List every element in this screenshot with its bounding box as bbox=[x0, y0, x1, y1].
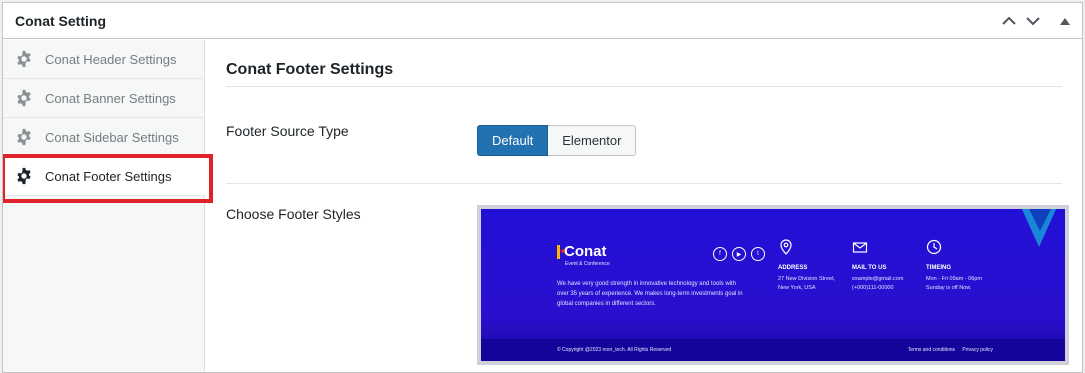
sidebar-item-header-settings[interactable]: Conat Header Settings bbox=[3, 40, 205, 79]
decorative-shape bbox=[1029, 209, 1051, 231]
address-title: ADDRESS bbox=[778, 265, 808, 271]
timing-line: Mon - Fri 09am - 06pm bbox=[926, 276, 982, 282]
chevron-up-icon bbox=[1002, 16, 1016, 25]
default-option-button[interactable]: Default bbox=[477, 125, 549, 156]
chevron-down-icon bbox=[1026, 17, 1040, 26]
elementor-option-button[interactable]: Elementor bbox=[548, 125, 637, 156]
panel-header: Conat Setting bbox=[3, 3, 1082, 39]
facebook-icon: f bbox=[713, 247, 727, 261]
youtube-icon: ▶ bbox=[732, 247, 746, 261]
gear-icon bbox=[17, 128, 31, 146]
preview-mail-column: MAIL TO US example@gmail.com (+000)111-0… bbox=[852, 239, 903, 291]
move-down-button[interactable] bbox=[1023, 11, 1043, 31]
settings-sidebar: Conat Header Settings Conat Banner Setti… bbox=[3, 40, 213, 372]
sidebar-item-label: Conat Footer Settings bbox=[45, 168, 172, 184]
preview-address-column: ADDRESS 27 New Division Street, New York… bbox=[778, 239, 835, 291]
mail-title: MAIL TO US bbox=[852, 265, 887, 271]
preview-copyright: © Copyright @2023 noor_tech. All Rights … bbox=[557, 347, 672, 353]
gear-icon bbox=[17, 167, 31, 185]
mail-line: (+000)111-00000 bbox=[852, 285, 894, 291]
mail-line: example@gmail.com bbox=[852, 276, 904, 282]
address-line: New York, USA bbox=[778, 285, 816, 291]
preview-terms-link: Terms and conditions bbox=[907, 347, 956, 353]
divider bbox=[226, 183, 1062, 184]
gear-icon bbox=[17, 50, 31, 68]
preview-description: We have very good strength in innovative… bbox=[557, 281, 743, 307]
footer-styles-label: Choose Footer Styles bbox=[226, 206, 361, 222]
logo-name: Conat bbox=[564, 243, 607, 260]
twitter-icon: t bbox=[751, 247, 765, 261]
sidebar-item-label: Conat Banner Settings bbox=[45, 90, 176, 106]
caret-up-icon bbox=[1060, 17, 1070, 25]
timing-title: TIMEING bbox=[926, 265, 951, 271]
logo-mark-icon bbox=[557, 245, 565, 259]
preview-privacy-link: Privacy policy bbox=[962, 347, 993, 353]
gear-icon bbox=[17, 89, 31, 107]
sidebar-item-sidebar-settings[interactable]: Conat Sidebar Settings bbox=[3, 118, 205, 157]
footer-style-preview[interactable]: Conat Event & Conference We have very go… bbox=[477, 205, 1069, 365]
settings-content: Conat Footer Settings Footer Source Type… bbox=[206, 40, 1082, 372]
sidebar-item-label: Conat Sidebar Settings bbox=[45, 129, 179, 145]
mail-icon bbox=[852, 242, 868, 253]
clock-icon bbox=[926, 239, 942, 255]
sidebar-item-label: Conat Header Settings bbox=[45, 51, 177, 67]
footer-source-toggle: Default Elementor bbox=[477, 125, 637, 156]
footer-source-label: Footer Source Type bbox=[226, 123, 349, 139]
settings-panel: Conat Setting Conat Header Settings Cona… bbox=[2, 2, 1083, 373]
preview-links: Terms and conditions Privacy policy bbox=[902, 347, 993, 353]
preview-bottom-bar: © Copyright @2023 noor_tech. All Rights … bbox=[481, 339, 1065, 361]
address-line: 27 New Division Street, bbox=[778, 276, 836, 282]
toggle-panel-button[interactable] bbox=[1055, 11, 1075, 31]
move-up-button[interactable] bbox=[999, 11, 1019, 31]
divider bbox=[226, 86, 1062, 87]
logo-tagline: Event & Conference bbox=[565, 261, 610, 267]
sidebar-item-footer-settings[interactable]: Conat Footer Settings bbox=[3, 154, 213, 203]
sidebar-item-banner-settings[interactable]: Conat Banner Settings bbox=[3, 79, 205, 118]
panel-title: Conat Setting bbox=[15, 13, 106, 29]
location-pin-icon bbox=[780, 239, 792, 255]
section-title: Conat Footer Settings bbox=[226, 61, 394, 78]
timing-line: Sunday is off Now. bbox=[926, 285, 972, 291]
preview-timing-column: TIMEING Mon - Fri 09am - 06pm Sunday is … bbox=[926, 239, 982, 291]
